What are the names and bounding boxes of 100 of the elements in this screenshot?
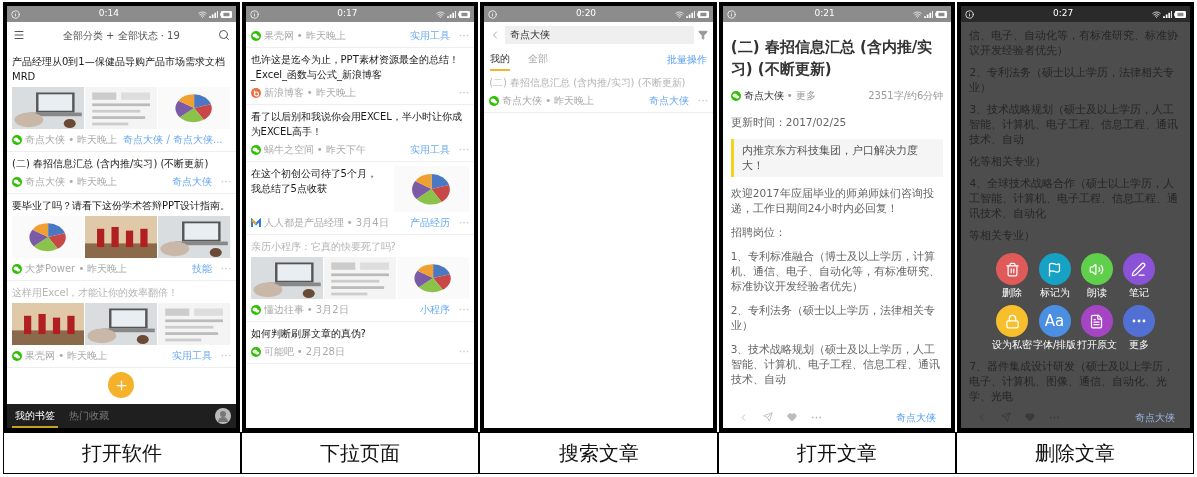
info-icon	[11, 9, 20, 19]
article-title[interactable]: 这样用Excel，才能让你的效率翻倍！	[12, 285, 231, 300]
article-source: 人人都是产品经理 • 3月4日	[263, 216, 389, 230]
article-title[interactable]: (二) 春招信息汇总 (含内推/实习) (不断更新)	[12, 156, 231, 171]
document-icon	[1089, 313, 1105, 329]
heart-icon[interactable]	[786, 412, 797, 422]
article-paragraph: 欢迎2017年应届毕业的师弟师妹们咨询投递，工作日期间24小时内必回复！	[730, 186, 935, 216]
wifi-icon	[674, 9, 684, 19]
article-paragraph: 1、专利标准融合（博士及以上学历，计算机、通信、电子、自动化等，有标准研究、标准协议开发经验者优先）	[730, 249, 941, 294]
action-button[interactable]	[1038, 253, 1071, 285]
battery-icon	[458, 10, 471, 18]
pen-icon	[1131, 261, 1147, 277]
article-title[interactable]: 如何判断刷屏文章的真伪?	[250, 326, 470, 341]
more-icon[interactable]	[459, 350, 470, 353]
wifi-icon	[197, 9, 207, 19]
article-tag[interactable]: 实用工具	[410, 28, 451, 43]
article-tag[interactable]: 实用工具	[171, 348, 212, 363]
info-icon	[488, 9, 498, 19]
step-caption: 搜索文章	[558, 440, 639, 467]
bottom-tab[interactable]: 热门收藏	[66, 404, 112, 428]
tab[interactable]: 全部	[528, 48, 549, 71]
status-time: 0:14	[98, 7, 119, 21]
more-icon[interactable]	[459, 148, 470, 151]
filter-icon[interactable]	[697, 30, 708, 40]
step-caption: 打开文章	[796, 440, 877, 467]
author-link[interactable]: 奇点大侠	[896, 409, 937, 425]
step-caption: 删除文章	[1034, 440, 1115, 467]
action-button[interactable]: Aa	[1038, 305, 1071, 337]
signal-icon	[1162, 10, 1172, 18]
font-glyph: Aa	[1044, 313, 1065, 329]
step-caption: 下拉页面	[320, 440, 401, 467]
action-button[interactable]	[1080, 253, 1113, 285]
chat-bubble-icon	[12, 263, 22, 274]
more-link[interactable]: • 更多	[786, 88, 816, 103]
article-title[interactable]: 也许这是迄今为止，PPT素材资源最全的总结！_Excel_函数与公式_新浪博客	[250, 52, 470, 82]
action-button[interactable]	[996, 253, 1029, 285]
more-icon	[1131, 319, 1146, 323]
action-button[interactable]	[1122, 253, 1155, 285]
signal-icon	[924, 10, 934, 18]
article-source: 大梦Power • 昨天晚上	[25, 262, 128, 276]
search-icon[interactable]	[217, 29, 230, 41]
chat-bubble-icon	[250, 144, 261, 155]
article-source: 果壳网 • 昨天晚上	[25, 349, 108, 363]
avatar-icon[interactable]	[214, 408, 231, 424]
action-button[interactable]	[996, 305, 1029, 337]
menu-icon[interactable]	[13, 29, 25, 41]
more-icon[interactable]	[459, 221, 470, 224]
reading-stats: 2351字/约6分钟	[868, 89, 944, 103]
status-time: 0:20	[575, 7, 597, 21]
article-tag[interactable]: 奇点大侠	[648, 93, 689, 108]
more-icon[interactable]	[220, 267, 231, 270]
more-icon[interactable]	[220, 354, 231, 357]
action-label: 更多	[1128, 339, 1149, 351]
article-tag[interactable]: 小程序	[420, 302, 451, 317]
more-icon[interactable]	[220, 180, 231, 183]
article-title[interactable]: 亲历小程序：它真的快要死了吗?	[250, 239, 470, 254]
battery-icon	[219, 10, 232, 18]
more-icon[interactable]	[697, 99, 708, 102]
add-button[interactable]	[108, 372, 135, 398]
quote-block: 内推京东方科技集团，户口解决力度大！	[730, 139, 944, 177]
search-field[interactable]: 奇点大侠	[505, 26, 694, 44]
article-tag[interactable]: 奇点大侠 / 奇点大侠...	[123, 132, 223, 147]
article-paragraph: 更新时间：2017/02/25	[730, 115, 848, 130]
author-link[interactable]: 奇点大侠	[1134, 409, 1175, 425]
more-icon[interactable]	[459, 308, 470, 311]
status-time: 0:21	[814, 7, 835, 21]
article-tag[interactable]: 奇点大侠	[171, 174, 212, 189]
action-label: 设为私密	[992, 339, 1033, 351]
article-tag[interactable]: 产品经历	[410, 215, 451, 230]
filter-title[interactable]: 全部分类 + 全部状态 · 19	[62, 27, 180, 43]
more-icon[interactable]	[810, 415, 822, 419]
article-source: 奇点大侠 • 昨天晚上	[25, 133, 118, 147]
m-logo-icon	[250, 217, 261, 228]
article-source: 可能吧 • 2月28日	[263, 345, 345, 359]
article-title[interactable]: 在这个初创公司待了5个月，我总结了5点收获	[250, 166, 387, 196]
article-title[interactable]: 产品经理从0到1—保健品导购产品市场需求文档MRD	[12, 54, 231, 84]
article-tag[interactable]: 技能	[191, 261, 212, 276]
action-label: 标记为	[1039, 287, 1070, 299]
author-name[interactable]: 奇点大侠	[743, 88, 784, 103]
chat-bubble-icon	[12, 176, 22, 187]
article-heading: (二) 春招信息汇总 (含内推/实习) (不断更新)	[730, 37, 934, 80]
signal-icon	[685, 10, 695, 18]
wifi-icon	[1151, 9, 1161, 19]
article-title[interactable]: 要毕业了吗？请看下这份学术答辩PPT设计指南。	[12, 198, 231, 213]
send-icon[interactable]	[762, 412, 773, 422]
batch-action-link[interactable]: 批量操作	[666, 52, 707, 67]
article-source: 奇点大侠 • 昨天晚上	[25, 175, 118, 189]
signal-icon	[447, 10, 457, 18]
more-icon[interactable]	[459, 91, 470, 94]
article-source: 蜗牛之空间 • 昨天下午	[263, 143, 366, 157]
chat-bubble-icon	[489, 95, 500, 106]
chat-bubble-icon	[12, 134, 22, 145]
tab[interactable]: 我的	[490, 48, 511, 71]
article-paragraph: 3、技术战略规划（硕士及以上学历，人工智能、计算机、电子工程、信息工程、通讯技术、自动	[730, 342, 941, 387]
article-tag[interactable]: 实用工具	[410, 142, 451, 157]
action-button[interactable]	[1080, 305, 1113, 337]
bottom-tab[interactable]: 我的书签	[12, 404, 58, 428]
more-icon[interactable]	[459, 34, 470, 37]
article-source: 懂边往事 • 3月2日	[263, 303, 349, 317]
article-title[interactable]: 看了以后别和我说你会用EXCEL，半小时让你成为EXCEL高手！	[250, 109, 470, 139]
